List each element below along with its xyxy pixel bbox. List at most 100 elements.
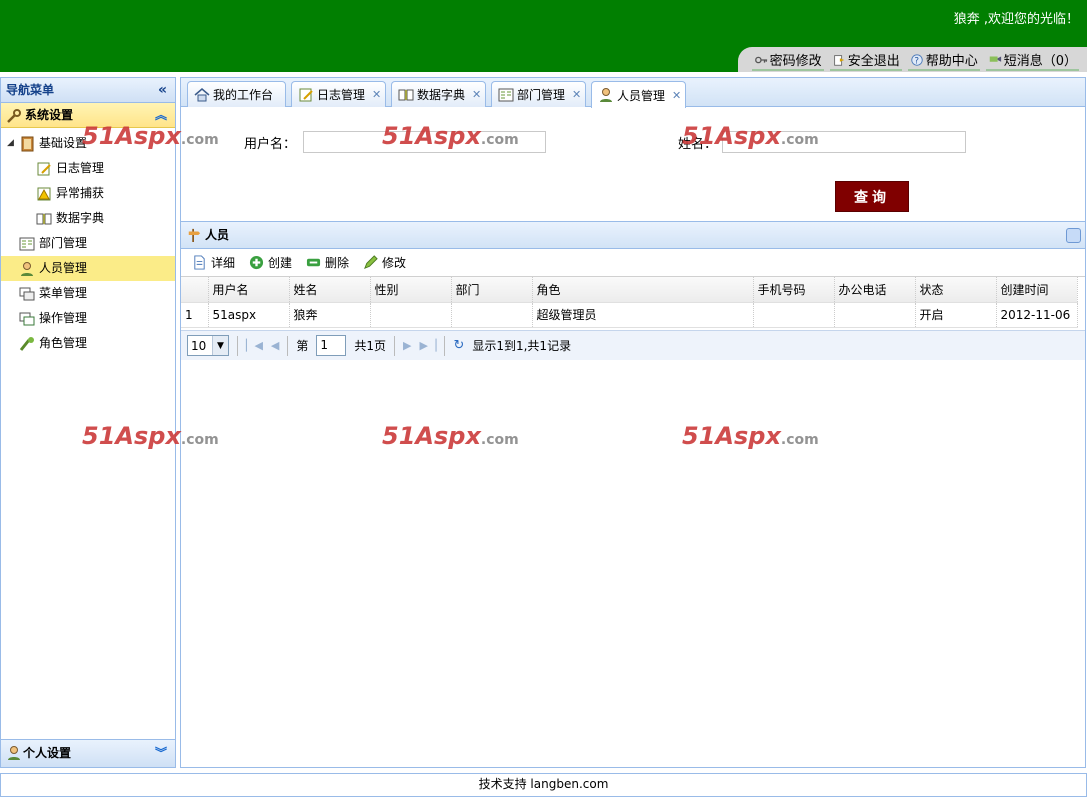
- pager-info: 显示1到1,共1记录: [472, 339, 572, 353]
- role-icon: [19, 337, 34, 351]
- tree-item-menu-management[interactable]: 菜单管理: [1, 281, 175, 306]
- dictionary-icon: [398, 89, 414, 100]
- column-header[interactable]: 手机号码: [753, 277, 835, 303]
- help-icon: ?: [911, 53, 923, 66]
- column-header[interactable]: 创建时间: [996, 277, 1078, 303]
- svg-text:?: ?: [914, 56, 919, 66]
- column-header[interactable]: 性别: [370, 277, 452, 303]
- detail-button[interactable]: 详细: [189, 254, 238, 271]
- logout-link[interactable]: 安全退出: [829, 50, 902, 71]
- department-icon: [498, 88, 514, 101]
- cell-created: 2012-11-06: [996, 302, 1078, 328]
- cell-status: 开启: [915, 302, 997, 328]
- book-icon: [21, 136, 34, 152]
- home-icon: [194, 87, 210, 101]
- wrench-icon: [7, 109, 21, 123]
- footer: 技术支持 langben.com: [0, 773, 1087, 797]
- menu-icon: [19, 287, 35, 301]
- tab-department-management[interactable]: 部门管理 ✕: [491, 81, 586, 107]
- divider: [237, 335, 238, 356]
- chevron-down-icon[interactable]: ︾: [155, 740, 167, 766]
- last-page-icon[interactable]: ▶▕: [420, 339, 437, 352]
- department-icon: [19, 237, 35, 251]
- tab-personnel-management[interactable]: 人员管理 ✕: [591, 81, 686, 108]
- column-header[interactable]: 办公电话: [834, 277, 916, 303]
- log-icon: [299, 88, 313, 101]
- tree-item-department-management[interactable]: 部门管理: [1, 231, 175, 256]
- search-button[interactable]: 查询: [835, 181, 909, 212]
- close-icon[interactable]: ✕: [672, 89, 681, 102]
- grid-header: 人员: [181, 222, 1085, 249]
- tree-expand-icon[interactable]: ◢: [7, 131, 14, 156]
- tree-item-role-management[interactable]: 角色管理: [1, 331, 175, 356]
- add-icon: [249, 255, 264, 270]
- grid-toolbar: 详细 创建 删除 修改: [181, 249, 1085, 277]
- first-page-icon[interactable]: ▏◀: [246, 339, 263, 352]
- create-button[interactable]: 创建: [246, 254, 295, 271]
- signpost-icon: [188, 228, 201, 242]
- main-panel: 我的工作台 日志管理 ✕ 数据字典 ✕ 部门管理 ✕ 人员管理 ✕ 用户名： 姓…: [180, 77, 1086, 768]
- page-size-select[interactable]: 10 ▼: [187, 335, 229, 356]
- edit-button[interactable]: 修改: [360, 254, 409, 271]
- log-icon: [37, 162, 51, 176]
- refresh-icon[interactable]: ↻: [453, 338, 464, 353]
- tree-item-operation-management[interactable]: 操作管理: [1, 306, 175, 331]
- close-icon[interactable]: ✕: [472, 88, 481, 101]
- help-link[interactable]: ? 帮助中心: [907, 50, 980, 71]
- table-header-row: 用户名 姓名 性别 部门 角色 手机号码 办公电话 状态 创建时间: [181, 277, 1078, 303]
- message-icon: [989, 56, 1001, 62]
- dictionary-icon: [36, 213, 52, 225]
- pencil-icon: [364, 255, 378, 269]
- sidebar-header: 导航菜单 «: [1, 78, 175, 103]
- user-icon: [21, 262, 33, 276]
- logout-icon: [833, 54, 844, 66]
- collapse-sidebar-icon[interactable]: «: [158, 78, 167, 102]
- row-number: 1: [181, 302, 209, 328]
- nav-tree: ◢ 基础设置 日志管理 异常捕获 数据字典 部门管理 人员管理 菜单管理 操作管…: [1, 128, 175, 356]
- column-header: [181, 277, 209, 303]
- tree-item-log-management[interactable]: 日志管理: [1, 156, 175, 181]
- tab-strip: 我的工作台 日志管理 ✕ 数据字典 ✕ 部门管理 ✕ 人员管理 ✕: [181, 78, 1085, 108]
- user-icon: [600, 88, 612, 102]
- person-icon: [8, 746, 20, 760]
- prev-page-icon[interactable]: ◀: [271, 339, 279, 352]
- column-header[interactable]: 状态: [915, 277, 997, 303]
- tree-item-data-dictionary[interactable]: 数据字典: [1, 206, 175, 231]
- collapse-grid-button[interactable]: [1066, 228, 1081, 243]
- watermark: 51Aspx.com: [382, 422, 519, 450]
- cell-name: 狼奔: [289, 302, 371, 328]
- column-header[interactable]: 部门: [451, 277, 533, 303]
- column-header[interactable]: 用户名: [208, 277, 290, 303]
- close-icon[interactable]: ✕: [572, 88, 581, 101]
- cell-username: 51aspx: [208, 302, 290, 328]
- personnel-grid: 人员 详细 创建 删除 修改 用户名 姓名 性别 部门 角色 手机号码 办公电话…: [181, 221, 1085, 360]
- cell-department: [451, 302, 533, 328]
- tab-workbench[interactable]: 我的工作台: [187, 81, 286, 107]
- divider: [394, 335, 396, 356]
- data-table: 用户名 姓名 性别 部门 角色 手机号码 办公电话 状态 创建时间 1 51as…: [181, 277, 1078, 328]
- tree-item-personnel-management[interactable]: 人员管理: [1, 256, 175, 281]
- watermark: 51Aspx.com: [682, 122, 819, 150]
- messages-link[interactable]: 短消息（0）: [985, 50, 1079, 71]
- column-header[interactable]: 姓名: [289, 277, 371, 303]
- cell-gender: [370, 302, 452, 328]
- warning-icon: [37, 187, 51, 201]
- watermark: 51Aspx.com: [82, 422, 219, 450]
- watermark: 51Aspx.com: [382, 122, 519, 150]
- next-page-icon[interactable]: ▶: [403, 339, 411, 352]
- password-change-link[interactable]: 密码修改: [751, 50, 824, 71]
- tree-item-exception-capture[interactable]: 异常捕获: [1, 181, 175, 206]
- remove-icon: [306, 258, 321, 267]
- delete-button[interactable]: 删除: [303, 254, 352, 271]
- close-icon[interactable]: ✕: [372, 88, 381, 101]
- app-header: 狼奔 ,欢迎您的光临！ 密码修改 安全退出 ? 帮助中心 短消息（0）: [0, 0, 1087, 72]
- cell-mobile: [753, 302, 835, 328]
- page-number-input[interactable]: 1: [316, 335, 347, 356]
- accordion-personal-settings[interactable]: 个人设置 ︾: [1, 739, 175, 767]
- pagination-bar: 10 ▼ ▏◀ ◀ 第 1 共1页 ▶ ▶▕ ↻ 显示1到1,共1记录: [181, 330, 1085, 360]
- column-header[interactable]: 角色: [532, 277, 754, 303]
- table-row[interactable]: 1 51aspx 狼奔 超级管理员 开启 2012-11-06: [181, 302, 1078, 328]
- tab-log-management[interactable]: 日志管理 ✕: [291, 81, 386, 107]
- tab-data-dictionary[interactable]: 数据字典 ✕: [391, 81, 486, 107]
- top-links: 密码修改 安全退出 ? 帮助中心 短消息（0）: [737, 47, 1087, 72]
